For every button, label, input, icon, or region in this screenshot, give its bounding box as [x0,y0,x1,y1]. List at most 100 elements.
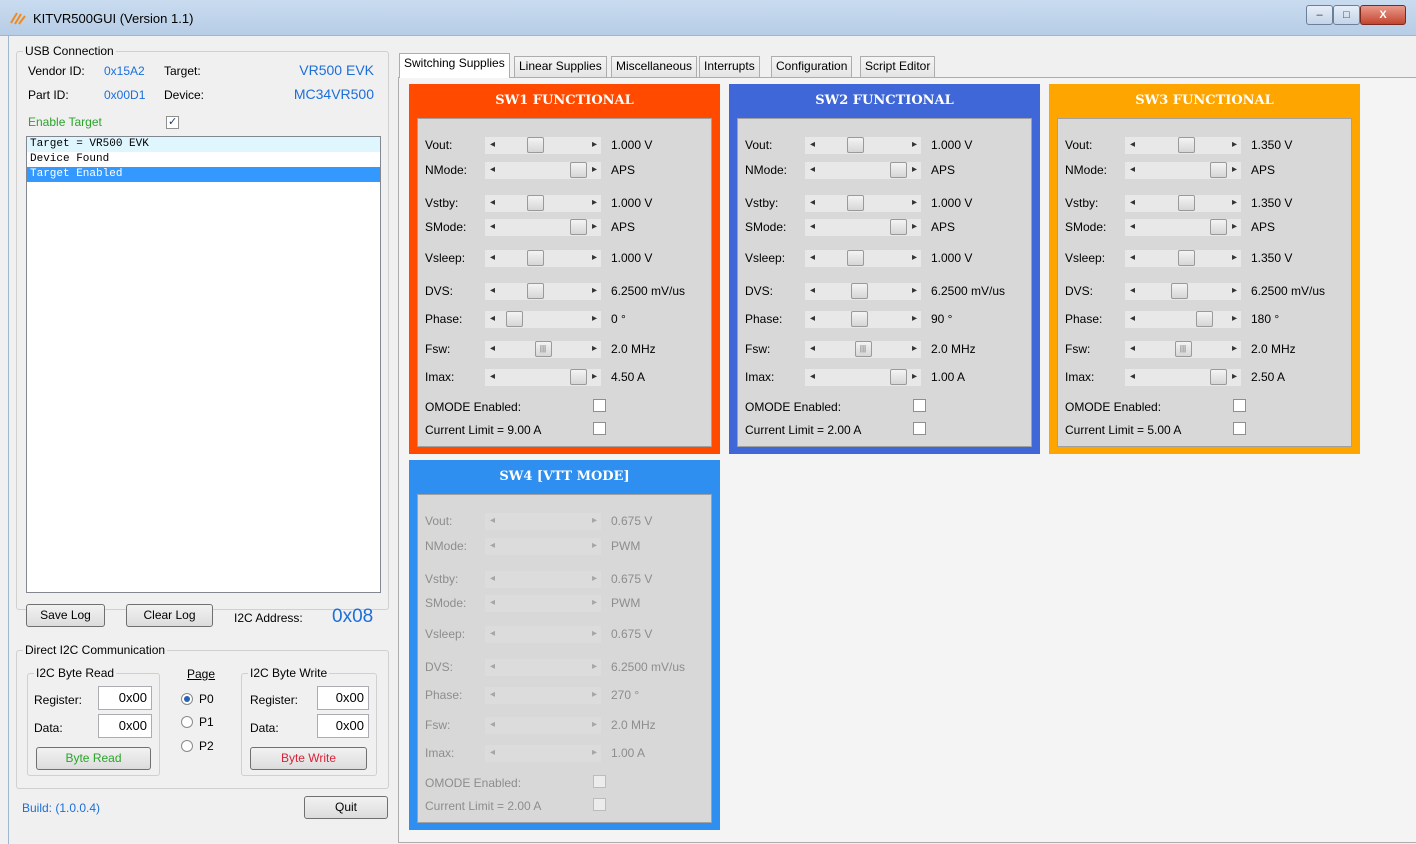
value-scrollbar[interactable]: ◂ ▸ [485,137,601,154]
page-p2-radio[interactable] [181,740,193,752]
scrollbar-thumb[interactable] [570,219,587,235]
write-data-input[interactable]: 0x00 [317,714,369,738]
arrow-left-icon[interactable]: ◂ [490,139,495,150]
scrollbar-thumb[interactable] [527,195,545,211]
value-scrollbar[interactable]: ◂ ▸ [805,219,921,236]
quit-button[interactable]: Quit [304,796,388,819]
arrow-right-icon[interactable]: ▸ [912,164,917,175]
arrow-left-icon[interactable]: ◂ [810,197,815,208]
arrow-left-icon[interactable]: ◂ [1130,221,1135,232]
arrow-right-icon[interactable]: ▸ [1232,139,1237,150]
enable-target-checkbox[interactable] [166,115,179,129]
value-scrollbar[interactable]: ◂ ▸ [1125,162,1241,179]
arrow-right-icon[interactable]: ▸ [912,285,917,296]
arrow-right-icon[interactable]: ▸ [912,313,917,324]
arrow-right-icon[interactable]: ▸ [592,371,597,382]
value-scrollbar[interactable]: ◂ ▸ [485,195,601,212]
scrollbar-thumb[interactable] [890,369,907,385]
arrow-left-icon[interactable]: ◂ [1130,371,1135,382]
read-register-input[interactable]: 0x00 [98,686,152,710]
arrow-left-icon[interactable]: ◂ [490,371,495,382]
arrow-left-icon[interactable]: ◂ [810,313,815,324]
scrollbar-thumb[interactable] [1178,195,1196,211]
scrollbar-thumb[interactable] [527,283,545,299]
minimize-button[interactable]: – [1306,5,1333,25]
scrollbar-thumb[interactable] [1178,250,1196,266]
arrow-right-icon[interactable]: ▸ [592,343,597,354]
value-scrollbar[interactable]: ◂ ▸ [485,369,601,386]
arrow-left-icon[interactable]: ◂ [810,252,815,263]
arrow-left-icon[interactable]: ◂ [810,139,815,150]
arrow-right-icon[interactable]: ▸ [1232,343,1237,354]
scrollbar-thumb[interactable] [527,137,545,153]
arrow-left-icon[interactable]: ◂ [810,371,815,382]
arrow-right-icon[interactable]: ▸ [592,197,597,208]
value-scrollbar[interactable]: ◂ ▸ [805,162,921,179]
arrow-left-icon[interactable]: ◂ [1130,164,1135,175]
scrollbar-thumb[interactable] [847,250,865,266]
tab-script-editor[interactable]: Script Editor [860,56,936,77]
arrow-right-icon[interactable]: ▸ [592,252,597,263]
log-listbox[interactable]: Target = VR500 EVK Device Found Target Ena… [26,136,381,593]
page-p1-radio[interactable] [181,716,193,728]
arrow-left-icon[interactable]: ◂ [490,197,495,208]
scrollbar-thumb[interactable] [1178,137,1196,153]
current-limit-checkbox[interactable] [1233,422,1246,435]
arrow-right-icon[interactable]: ▸ [912,252,917,263]
arrow-left-icon[interactable]: ◂ [810,164,815,175]
value-scrollbar[interactable]: ◂ ▸ [485,219,601,236]
value-scrollbar[interactable]: ◂ ▸ ||| [805,341,921,358]
scrollbar-thumb[interactable] [890,219,907,235]
arrow-right-icon[interactable]: ▸ [1232,197,1237,208]
arrow-right-icon[interactable]: ▸ [1232,313,1237,324]
value-scrollbar[interactable]: ◂ ▸ [1125,219,1241,236]
value-scrollbar[interactable]: ◂ ▸ [805,283,921,300]
arrow-left-icon[interactable]: ◂ [810,221,815,232]
arrow-right-icon[interactable]: ▸ [592,139,597,150]
tab-linear-supplies[interactable]: Linear Supplies [514,56,607,77]
value-scrollbar[interactable]: ◂ ▸ [805,195,921,212]
arrow-left-icon[interactable]: ◂ [1130,139,1135,150]
value-scrollbar[interactable]: ◂ ▸ ||| [1125,341,1241,358]
value-scrollbar[interactable]: ◂ ▸ [485,250,601,267]
scrollbar-thumb[interactable] [527,250,545,266]
omode-checkbox[interactable] [913,399,926,412]
scrollbar-thumb[interactable] [847,195,865,211]
arrow-left-icon[interactable]: ◂ [490,164,495,175]
log-line[interactable]: Device Found [27,152,380,167]
tab-interrupts[interactable]: Interrupts [699,56,760,77]
current-limit-checkbox[interactable] [913,422,926,435]
close-button[interactable]: X [1360,5,1406,25]
arrow-right-icon[interactable]: ▸ [1232,371,1237,382]
scrollbar-thumb[interactable] [570,369,587,385]
save-log-button[interactable]: Save Log [26,604,105,627]
arrow-right-icon[interactable]: ▸ [912,371,917,382]
scrollbar-thumb[interactable]: ||| [854,341,872,357]
scrollbar-thumb[interactable] [1210,162,1227,178]
value-scrollbar[interactable]: ◂ ▸ [805,137,921,154]
arrow-right-icon[interactable]: ▸ [912,139,917,150]
arrow-right-icon[interactable]: ▸ [1232,164,1237,175]
current-limit-checkbox[interactable] [593,422,606,435]
arrow-right-icon[interactable]: ▸ [592,313,597,324]
log-line[interactable]: Target Enabled [27,167,380,182]
arrow-left-icon[interactable]: ◂ [810,343,815,354]
value-scrollbar[interactable]: ◂ ▸ [1125,283,1241,300]
value-scrollbar[interactable]: ◂ ▸ [805,311,921,328]
arrow-right-icon[interactable]: ▸ [912,221,917,232]
arrow-right-icon[interactable]: ▸ [592,164,597,175]
arrow-left-icon[interactable]: ◂ [490,313,495,324]
write-register-input[interactable]: 0x00 [317,686,369,710]
value-scrollbar[interactable]: ◂ ▸ [1125,137,1241,154]
scrollbar-thumb[interactable] [1195,311,1213,327]
scrollbar-thumb[interactable] [1210,219,1227,235]
scrollbar-thumb[interactable] [570,162,587,178]
value-scrollbar[interactable]: ◂ ▸ [485,283,601,300]
scrollbar-thumb[interactable] [1210,369,1227,385]
maximize-button[interactable]: □ [1333,5,1360,25]
arrow-left-icon[interactable]: ◂ [1130,197,1135,208]
tab-miscellaneous[interactable]: Miscellaneous [611,56,698,77]
arrow-left-icon[interactable]: ◂ [1130,285,1135,296]
value-scrollbar[interactable]: ◂ ▸ [805,369,921,386]
arrow-left-icon[interactable]: ◂ [490,285,495,296]
